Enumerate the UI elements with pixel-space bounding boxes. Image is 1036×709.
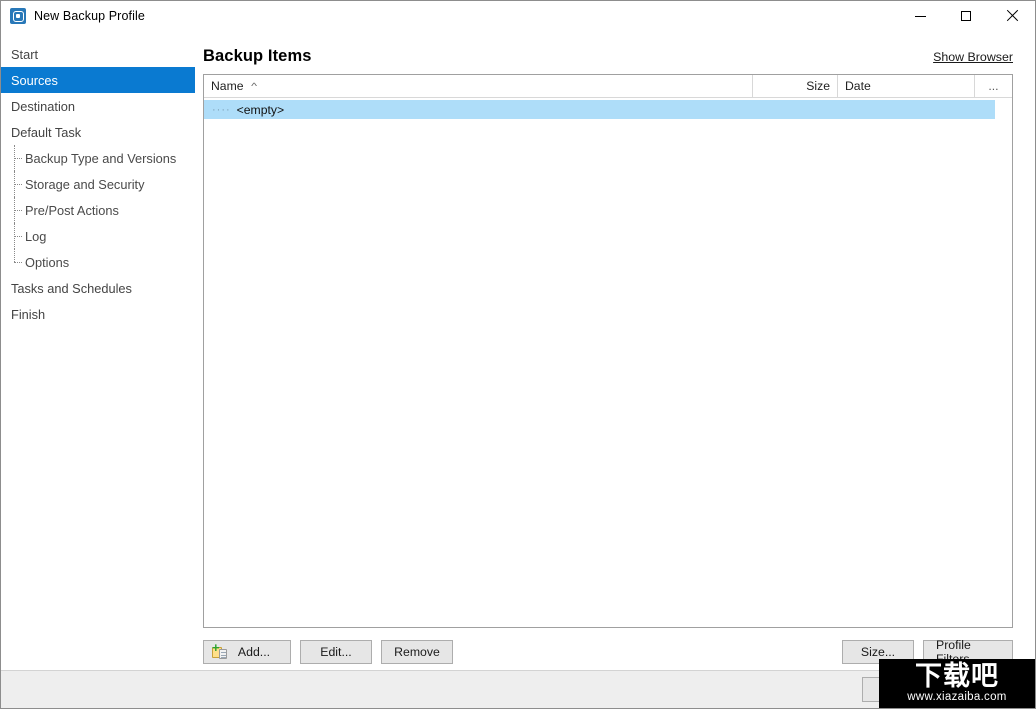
next-button-label: Next > [960,682,997,697]
remove-button-label: Remove [394,645,440,659]
back-button-label: < Back [879,682,918,697]
content-pane: Backup Items Show Browser Name ^ Size Da… [195,31,1035,670]
sidebar-item-sources[interactable]: Sources [1,67,195,93]
sidebar-item-label: Log [25,228,47,244]
sidebar-item-label: Options [25,254,70,270]
profile-filters-button-label: Profile Filters... [936,638,980,666]
list-column-headers: Name ^ Size Date ... [204,75,1012,98]
column-header-date[interactable]: Date [838,75,975,97]
tree-connector-icon: ···· [212,103,231,116]
size-button-label: Size... [860,645,896,659]
sidebar-item-label: Pre/Post Actions [25,202,119,218]
sidebar-item-start[interactable]: Start [1,41,195,67]
sidebar-item-pre-post-actions[interactable]: Pre/Post Actions [1,197,195,223]
sidebar-item-default-task[interactable]: Default Task [1,119,195,145]
backup-items-list: Name ^ Size Date ... ···· <empty> [203,74,1013,628]
sidebar-item-label: Tasks and Schedules [11,280,132,296]
sidebar-item-log[interactable]: Log [1,223,195,249]
page-title: Backup Items [203,47,312,65]
sidebar-item-label: Finish [11,306,46,322]
content-header: Backup Items Show Browser [203,31,1013,74]
window-title: New Backup Profile [34,9,145,23]
next-button[interactable]: Next > [942,677,1015,702]
column-header-label: Date [845,79,871,93]
profile-filters-button[interactable]: Profile Filters... [923,638,1013,666]
column-header-size[interactable]: Size [753,75,838,97]
add-button[interactable]: + Add... [203,640,291,664]
backup-app-icon [10,8,26,24]
column-header-more[interactable]: ... [975,75,1012,97]
sidebar-item-label: Start [11,46,39,62]
add-button-label: Add... [237,645,271,659]
add-folder-icon: + [212,641,228,660]
maximize-icon[interactable] [943,1,989,31]
sidebar-item-tasks-and-schedules[interactable]: Tasks and Schedules [1,275,195,301]
edit-button-label: Edit... [320,645,352,659]
sidebar-item-label: Default Task [11,124,82,140]
sort-ascending-icon: ^ [250,81,257,91]
close-icon[interactable] [989,1,1035,31]
sidebar-item-options[interactable]: Options [1,249,195,275]
list-action-bar: + Add... Edit... Remove Size... Profile … [203,638,1013,666]
table-row[interactable]: ···· <empty> [204,100,995,119]
show-browser-link[interactable]: Show Browser [933,50,1013,66]
sidebar-item-label: Sources [11,72,58,88]
wizard-sidebar: Start Sources Destination Default Task B… [1,31,195,670]
column-header-label: ... [988,79,999,93]
column-header-name[interactable]: Name ^ [204,75,753,97]
sidebar-item-label: Storage and Security [25,176,145,192]
column-header-label: Name [211,79,244,93]
sidebar-item-finish[interactable]: Finish [1,301,195,327]
sidebar-item-label: Destination [11,98,76,114]
sidebar-item-label: Backup Type and Versions [25,150,177,166]
back-button[interactable]: < Back [862,677,935,702]
row-name-cell: <empty> [236,102,285,117]
edit-button[interactable]: Edit... [300,640,372,664]
column-header-label: Size [806,79,830,93]
title-bar: New Backup Profile [1,1,1035,31]
sidebar-item-destination[interactable]: Destination [1,93,195,119]
wizard-footer: < Back Next > [1,670,1035,708]
window-controls [897,1,1035,31]
new-backup-profile-window: New Backup Profile Start Sources Destina… [0,0,1036,709]
list-rows: ···· <empty> [204,98,1012,627]
remove-button[interactable]: Remove [381,640,453,664]
sidebar-item-backup-type-and-versions[interactable]: Backup Type and Versions [1,145,195,171]
minimize-icon[interactable] [897,1,943,31]
sidebar-item-storage-and-security[interactable]: Storage and Security [1,171,195,197]
size-button[interactable]: Size... [842,640,914,664]
